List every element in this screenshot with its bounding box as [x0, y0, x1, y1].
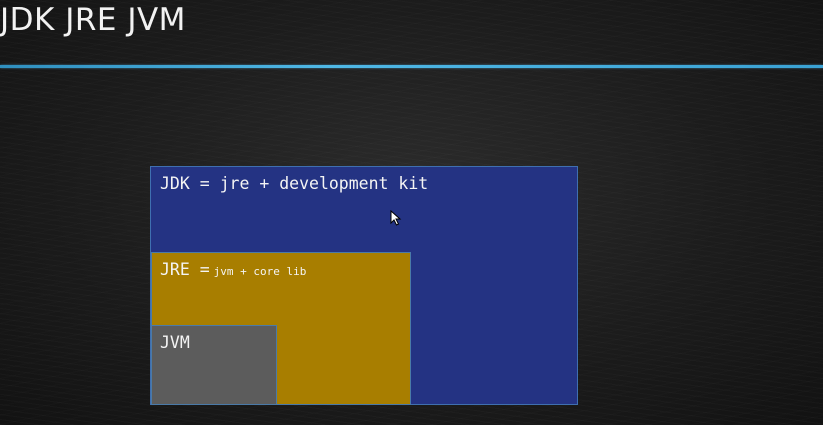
- jvm-label: JVM: [160, 333, 190, 352]
- jre-detail: jvm + core lib: [213, 265, 307, 278]
- mouse-pointer-icon: [390, 210, 402, 226]
- title-underline: [0, 65, 823, 68]
- jdk-label: JDK = jre + development kit: [160, 174, 429, 193]
- jre-label: JRE = jvm + core lib: [160, 260, 306, 279]
- jvm-box: JVM: [151, 325, 277, 405]
- slide-title: JDK JRE JVM: [0, 2, 186, 38]
- jre-name: JRE =: [160, 260, 210, 279]
